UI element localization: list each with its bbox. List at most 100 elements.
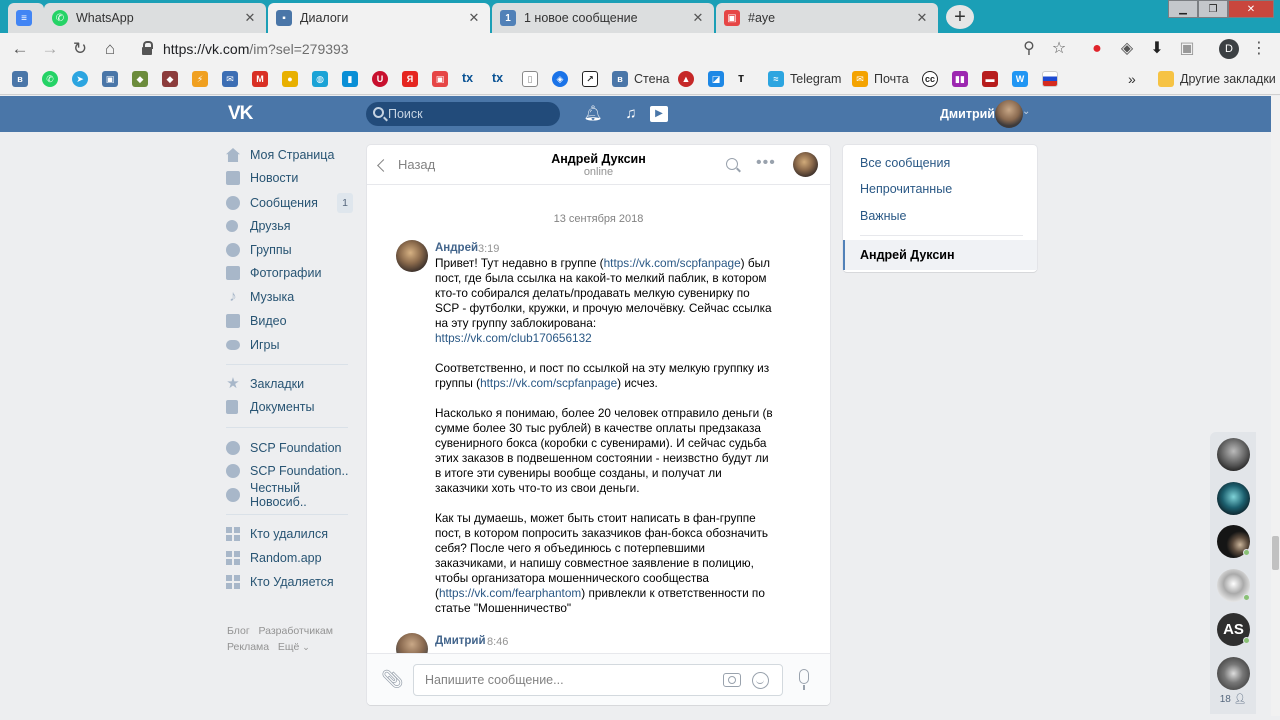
- bell-icon[interactable]: 🔔︎: [583, 105, 603, 123]
- bookmark-ext12[interactable]: ◪: [708, 71, 730, 87]
- footer-link-more[interactable]: Ещё: [278, 641, 299, 653]
- bookmark-star-icon[interactable]: ☆: [1049, 39, 1069, 59]
- menu-item-random-app[interactable]: Random.app: [226, 548, 354, 568]
- bookmark-ext6[interactable]: ◍: [312, 71, 334, 87]
- music-note-icon[interactable]: ♫: [621, 105, 641, 123]
- menu-item-honest-novosib[interactable]: Честный Новосиб..: [226, 481, 354, 509]
- close-window-button[interactable]: ✕: [1228, 0, 1274, 18]
- close-icon[interactable]: ✕: [690, 10, 706, 26]
- menu-item-video[interactable]: Видео: [226, 311, 354, 331]
- user-name[interactable]: Дмитрий: [940, 107, 995, 121]
- bookmark-stena[interactable]: в Стена: [612, 71, 669, 87]
- menu-item-scp-foundation[interactable]: SCP Foundation: [226, 438, 354, 458]
- bookmark-doc[interactable]: ▯: [522, 71, 544, 87]
- bookmark-cc[interactable]: cc: [922, 71, 944, 87]
- message-author[interactable]: Андрей: [435, 242, 478, 254]
- message-time[interactable]: 8:46: [487, 636, 508, 648]
- reload-icon[interactable]: ↻: [70, 39, 90, 59]
- bookmark-ext10[interactable]: ↗: [582, 71, 604, 87]
- message-author[interactable]: Дмитрий: [435, 635, 486, 647]
- minimize-button[interactable]: ▁: [1168, 0, 1198, 18]
- menu-item-music[interactable]: ♪ Музыка: [226, 287, 354, 307]
- close-icon[interactable]: ✕: [466, 10, 482, 26]
- emoji-icon[interactable]: [752, 672, 769, 689]
- bookmark-ext1[interactable]: ▣: [102, 71, 124, 87]
- search-icon[interactable]: [726, 158, 738, 170]
- menu-item-groups[interactable]: Группы: [226, 240, 354, 260]
- menu-item-bookmarks[interactable]: ★ Закладки: [226, 374, 354, 394]
- bookmark-mail[interactable]: ✉: [222, 71, 244, 87]
- chat-contact-avatar[interactable]: [1217, 482, 1250, 515]
- chat-contact-avatar[interactable]: [1217, 657, 1250, 690]
- message-link[interactable]: https://vk.com/fearphantom: [439, 586, 581, 600]
- vk-logo[interactable]: VK: [228, 104, 256, 124]
- menu-item-games[interactable]: Игры: [226, 335, 354, 355]
- bookmark-ext9[interactable]: ◈: [552, 71, 574, 87]
- page-scrollbar[interactable]: [1271, 96, 1280, 716]
- close-icon[interactable]: ✕: [242, 10, 258, 26]
- new-tab-button[interactable]: +: [946, 5, 974, 29]
- tab-dialogs[interactable]: ▪ Диалоги ✕: [268, 3, 490, 33]
- menu-item-who-leaves[interactable]: Кто Удаляется: [226, 572, 354, 592]
- chat-contact-avatar[interactable]: [1217, 438, 1250, 471]
- bookmarks-overflow[interactable]: »: [1128, 71, 1136, 87]
- footer-link-ads[interactable]: Реклама: [227, 641, 269, 653]
- bookmark-gmail[interactable]: M: [252, 71, 274, 87]
- menu-item-news[interactable]: Новости: [226, 168, 354, 188]
- bookmark-other[interactable]: Другие закладки: [1158, 71, 1276, 87]
- menu-item-scp-foundation-2[interactable]: SCP Foundation..: [226, 461, 354, 481]
- tab-google-docs[interactable]: ≡: [8, 3, 44, 33]
- tab-whatsapp[interactable]: ✆ WhatsApp ✕: [44, 3, 266, 33]
- back-arrow-icon[interactable]: ←: [10, 39, 30, 59]
- gmail-extension-icon[interactable]: ▣: [1177, 39, 1197, 59]
- camera-icon[interactable]: [723, 673, 741, 687]
- bookmark-t[interactable]: т: [738, 71, 744, 85]
- menu-item-documents[interactable]: Документы: [226, 397, 354, 417]
- bookmark-telegram-2[interactable]: ≈ Telegram: [768, 71, 841, 87]
- menu-item-friends[interactable]: Друзья: [226, 216, 354, 236]
- search-input[interactable]: [388, 102, 556, 126]
- home-icon[interactable]: ⌂: [100, 39, 120, 59]
- profile-avatar-icon[interactable]: D: [1219, 39, 1239, 59]
- opera-vpn-icon[interactable]: ●: [1087, 39, 1107, 59]
- message-time[interactable]: 3:19: [478, 243, 499, 255]
- play-icon[interactable]: ▶: [650, 106, 668, 122]
- scrollbar-thumb[interactable]: [1272, 536, 1279, 570]
- bookmark-ext3[interactable]: ◆: [162, 71, 184, 87]
- bookmark-vk[interactable]: в: [12, 71, 34, 87]
- download-extension-icon[interactable]: ⬇: [1147, 39, 1167, 59]
- zoom-search-icon[interactable]: ⚲: [1019, 39, 1039, 59]
- menu-item-who-left[interactable]: Кто удалился: [226, 524, 354, 544]
- bookmark-ext13[interactable]: ▮▮: [952, 71, 974, 87]
- bookmark-ext8[interactable]: U: [372, 71, 394, 87]
- bookmark-ext14[interactable]: ▬: [982, 71, 1004, 87]
- bookmark-calendar[interactable]: ▣: [432, 71, 454, 87]
- vk-search[interactable]: [366, 102, 560, 126]
- bookmark-ext4[interactable]: ⚡: [192, 71, 214, 87]
- more-icon[interactable]: •••: [756, 154, 776, 172]
- close-icon[interactable]: ✕: [914, 10, 930, 26]
- omnibox[interactable]: https://vk.com/im?sel=279393: [132, 36, 1082, 62]
- paperclip-icon[interactable]: 📎︎: [381, 669, 404, 689]
- bookmark-tx1[interactable]: tx: [462, 71, 473, 85]
- message-input[interactable]: [425, 665, 715, 695]
- bookmark-whatsapp[interactable]: ✆: [42, 71, 64, 87]
- avatar[interactable]: [995, 100, 1023, 128]
- bookmark-ext11[interactable]: ▲: [678, 71, 700, 87]
- bookmark-ru-flag[interactable]: [1042, 71, 1064, 87]
- microphone-icon[interactable]: [799, 669, 809, 690]
- peer-avatar[interactable]: [793, 152, 818, 177]
- bookmark-ext5[interactable]: ●: [282, 71, 304, 87]
- tab-aye[interactable]: ▣ #aye ✕: [716, 3, 938, 33]
- menu-kebab-icon[interactable]: ⋮: [1249, 39, 1269, 59]
- menu-item-messages[interactable]: Сообщения 1: [226, 193, 354, 213]
- forward-arrow-icon[interactable]: →: [40, 39, 60, 59]
- chat-online-count[interactable]: 18 👤︎: [1210, 694, 1256, 705]
- bookmark-ext2[interactable]: ◆: [132, 71, 154, 87]
- tab-new-message[interactable]: 1 1 новое сообщение ✕: [492, 3, 714, 33]
- bookmark-tx2[interactable]: tx: [492, 71, 503, 85]
- message-author-avatar[interactable]: [396, 240, 428, 272]
- footer-link-devs[interactable]: Разработчикам: [258, 625, 333, 637]
- url-text[interactable]: https://vk.com/im?sel=279393: [163, 41, 349, 57]
- maximize-button[interactable]: ❐: [1198, 0, 1228, 18]
